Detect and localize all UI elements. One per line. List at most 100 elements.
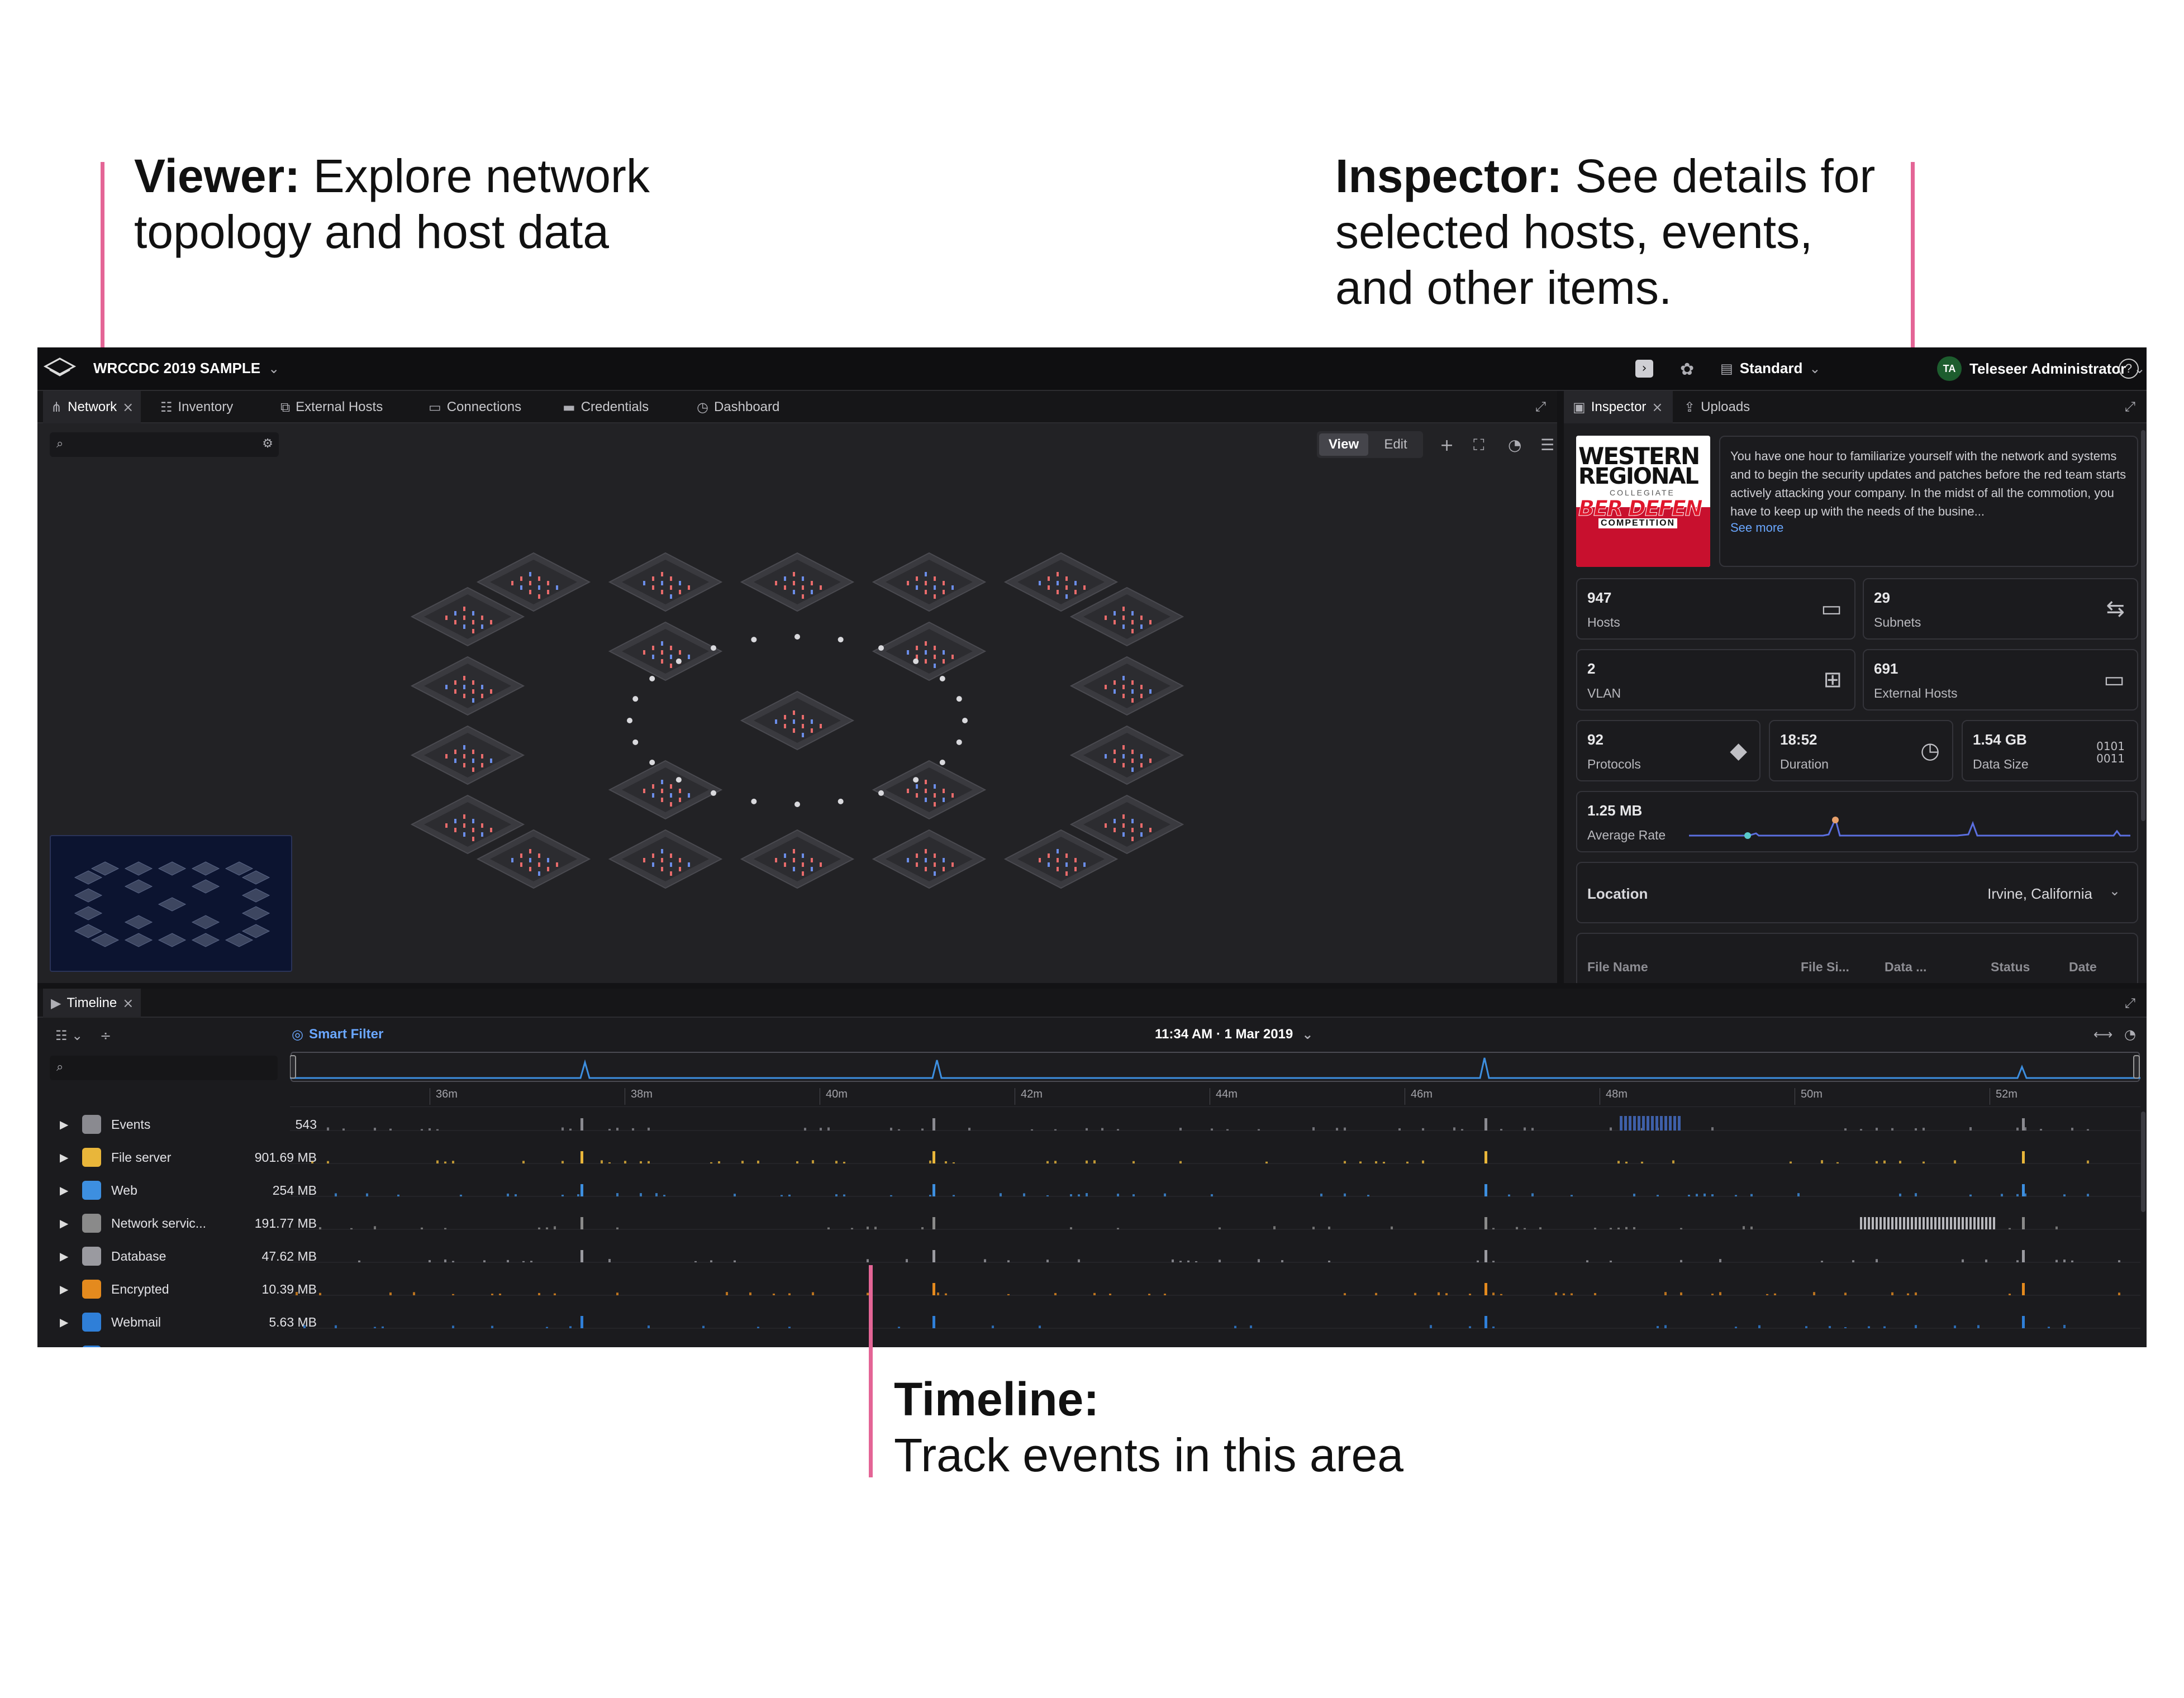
- host-node[interactable]: [472, 750, 474, 754]
- search-input[interactable]: [74, 436, 242, 454]
- host-node[interactable]: [463, 763, 465, 767]
- host-node[interactable]: [925, 858, 927, 862]
- host-node[interactable]: [463, 607, 465, 611]
- host-node[interactable]: [643, 650, 645, 655]
- gateway-node[interactable]: [649, 676, 655, 681]
- host-node[interactable]: [454, 611, 456, 616]
- host-node[interactable]: [1114, 828, 1116, 832]
- tab-uploads[interactable]: ⇪ Uploads: [1684, 391, 1750, 423]
- host-node[interactable]: [925, 849, 927, 853]
- subnet-tile[interactable]: [1069, 725, 1184, 785]
- host-node[interactable]: [1114, 680, 1116, 685]
- host-node[interactable]: [481, 832, 483, 837]
- expand-icon[interactable]: ⤢: [2125, 399, 2135, 414]
- host-node[interactable]: [1140, 823, 1143, 828]
- host-node[interactable]: [1131, 750, 1134, 754]
- chart-icon[interactable]: ◔: [1508, 436, 1521, 454]
- host-node[interactable]: [802, 594, 804, 599]
- host-node[interactable]: [679, 798, 681, 802]
- host-node[interactable]: [916, 784, 918, 789]
- host-node[interactable]: [916, 585, 918, 590]
- host-node[interactable]: [925, 590, 927, 594]
- host-node[interactable]: [547, 858, 549, 862]
- timeline-scrollbar[interactable]: [2141, 1112, 2145, 1212]
- palette-icon[interactable]: ✿: [1680, 360, 1694, 379]
- host-node[interactable]: [463, 624, 465, 629]
- host-node[interactable]: [1048, 585, 1050, 590]
- host-node[interactable]: [670, 664, 672, 668]
- host-node[interactable]: [529, 858, 531, 862]
- host-node[interactable]: [1131, 828, 1134, 832]
- host-node[interactable]: [661, 849, 663, 853]
- host-node[interactable]: [472, 767, 474, 772]
- host-node[interactable]: [1149, 620, 1152, 624]
- host-node[interactable]: [454, 680, 456, 685]
- host-node[interactable]: [775, 719, 777, 724]
- host-node[interactable]: [925, 581, 927, 585]
- host-node[interactable]: [481, 685, 483, 689]
- host-node[interactable]: [661, 867, 663, 871]
- host-node[interactable]: [1122, 745, 1125, 750]
- close-icon[interactable]: ×: [122, 995, 134, 1011]
- host-node[interactable]: [472, 611, 474, 616]
- host-node[interactable]: [547, 867, 549, 871]
- host-node[interactable]: [463, 685, 465, 689]
- host-node[interactable]: [951, 585, 954, 590]
- host-node[interactable]: [934, 862, 936, 867]
- host-node[interactable]: [688, 655, 690, 659]
- host-node[interactable]: [1065, 871, 1068, 876]
- timeline-row[interactable]: ▶ File server 901.69 MB: [37, 1141, 328, 1174]
- host-node[interactable]: [547, 581, 549, 585]
- expand-arrow-icon[interactable]: ▶: [60, 1249, 68, 1263]
- host-node[interactable]: [490, 620, 492, 624]
- host-node[interactable]: [679, 867, 681, 871]
- host-node[interactable]: [454, 819, 456, 823]
- timeline-row[interactable]: ▶ Web 254 MB: [37, 1174, 328, 1206]
- host-node[interactable]: [802, 715, 804, 719]
- host-node[interactable]: [1122, 754, 1125, 759]
- stat-hosts[interactable]: 947 Hosts ▭: [1576, 578, 1855, 640]
- gateway-node[interactable]: [878, 790, 884, 796]
- gateway-node[interactable]: [711, 790, 716, 796]
- host-node[interactable]: [925, 798, 927, 802]
- host-node[interactable]: [1140, 763, 1143, 767]
- host-node[interactable]: [529, 867, 531, 871]
- host-node[interactable]: [1140, 832, 1143, 837]
- subnet-tile[interactable]: [410, 725, 525, 785]
- gateway-node[interactable]: [838, 637, 844, 643]
- host-node[interactable]: [454, 828, 456, 832]
- host-node[interactable]: [670, 576, 672, 581]
- host-node[interactable]: [1149, 828, 1152, 832]
- gateway-node[interactable]: [751, 798, 757, 804]
- host-node[interactable]: [1114, 611, 1116, 616]
- host-node[interactable]: [538, 871, 540, 876]
- host-node[interactable]: [679, 581, 681, 585]
- add-icon[interactable]: +: [1440, 436, 1454, 455]
- expand-arrow-icon[interactable]: ▶: [60, 1184, 68, 1197]
- close-icon[interactable]: ×: [122, 399, 134, 415]
- gateway-node[interactable]: [794, 802, 800, 807]
- subnet-tile[interactable]: [740, 829, 855, 889]
- host-node[interactable]: [934, 655, 936, 659]
- tab-external-hosts[interactable]: ⧉ External Hosts: [280, 391, 383, 423]
- host-node[interactable]: [1131, 759, 1134, 763]
- host-node[interactable]: [802, 585, 804, 590]
- host-node[interactable]: [670, 784, 672, 789]
- host-node[interactable]: [670, 646, 672, 650]
- host-node[interactable]: [793, 590, 795, 594]
- host-node[interactable]: [934, 664, 936, 668]
- host-node[interactable]: [661, 572, 663, 576]
- host-node[interactable]: [511, 858, 513, 862]
- host-node[interactable]: [661, 798, 663, 802]
- tab-network[interactable]: ⋔ Network ×: [43, 391, 141, 423]
- host-node[interactable]: [811, 581, 813, 585]
- timeline-row[interactable]: ▶ Remote access 576.30 KB: [37, 1339, 328, 1347]
- gear-icon[interactable]: ⚙: [262, 437, 273, 451]
- gateway-node[interactable]: [956, 739, 962, 745]
- host-node[interactable]: [802, 871, 804, 876]
- edit-button[interactable]: Edit: [1371, 433, 1421, 456]
- timeline-row[interactable]: ▶ Events 543: [37, 1108, 328, 1141]
- host-node[interactable]: [520, 862, 522, 867]
- host-node[interactable]: [652, 646, 654, 650]
- tab-timeline[interactable]: ▶ Timeline ×: [43, 989, 141, 1018]
